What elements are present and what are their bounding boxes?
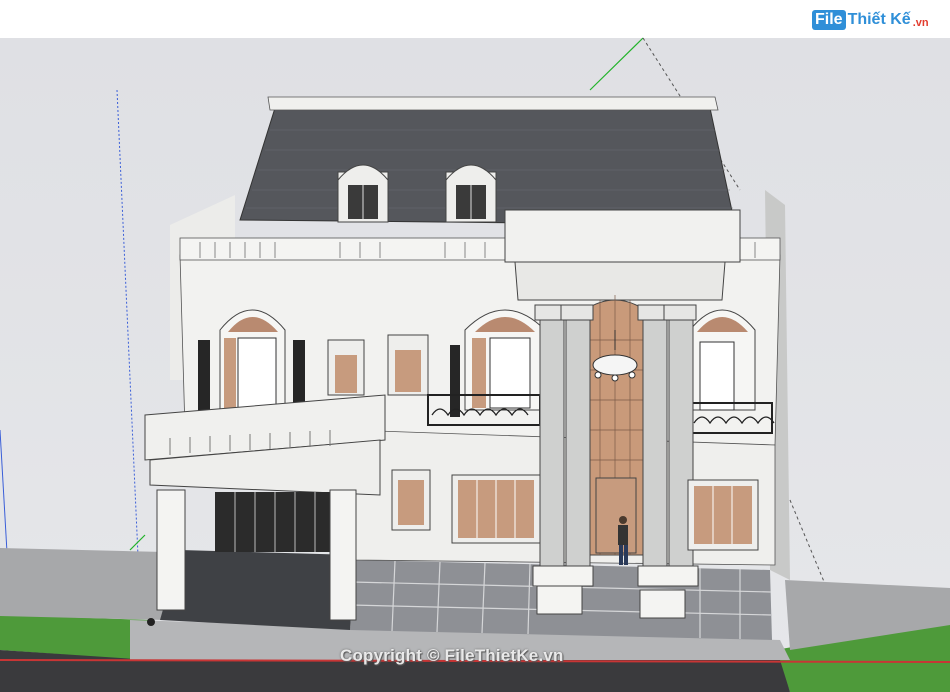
ground-window-right [687, 479, 759, 551]
logo-tld: .vn [912, 16, 929, 29]
dormer-left [337, 164, 389, 223]
ground-window-left [451, 474, 541, 544]
logo-badge: File [812, 10, 846, 30]
copyright-watermark: Copyright © FileThietKe.vn [340, 646, 564, 665]
small-window-1 [327, 339, 365, 396]
house-model-render [0, 37, 950, 692]
entrance-door [595, 477, 637, 554]
garage-floor [160, 550, 355, 630]
portico-frieze [514, 261, 726, 301]
roof-cornice [267, 96, 719, 111]
ground-window-small [391, 469, 431, 531]
dormer-right [445, 164, 497, 223]
green-axis-short [129, 534, 146, 551]
green-axis-line [589, 37, 644, 91]
blue-axis-line [116, 89, 141, 601]
arched-window-1 [219, 309, 286, 411]
sketchup-viewport: File Thiết Kế .vn Copyright © FileThietK… [0, 0, 950, 692]
fence-wall-left [0, 548, 165, 620]
arched-window-3 [689, 309, 756, 411]
origin-point-icon [147, 618, 155, 626]
small-window-2 [387, 334, 429, 396]
portico-entablature [504, 209, 741, 263]
site-logo: File Thiết Kế .vn [812, 10, 929, 30]
logo-word: Thiết Kế [847, 11, 911, 28]
